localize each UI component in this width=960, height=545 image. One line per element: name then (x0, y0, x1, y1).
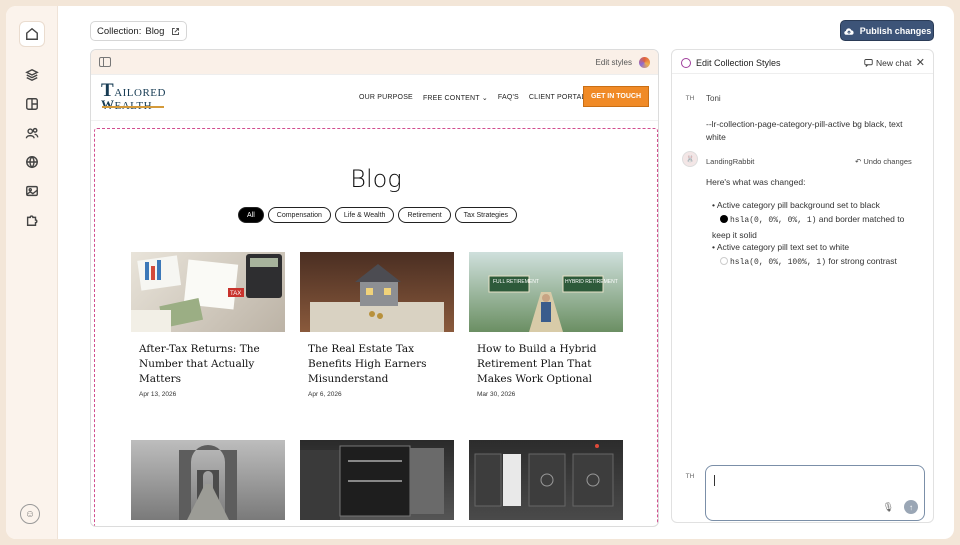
sign-full: FULL RETIREMENT (493, 279, 539, 285)
collection-label: Collection: (97, 25, 142, 37)
change-item: • Active category pill text set to white… (712, 242, 897, 267)
sign-hybrid: HYBRID RETIREMENT (565, 279, 618, 285)
send-icon[interactable]: ↑ (904, 500, 918, 514)
nav-free-content[interactable]: FREE CONTENT ⌄ (423, 94, 488, 102)
home-icon[interactable] (19, 21, 45, 47)
pill-life-wealth[interactable]: Life & Wealth (334, 207, 395, 223)
chat-header: Edit Collection Styles New chat ✕ (672, 50, 933, 74)
pill-retirement[interactable]: Retirement (398, 207, 451, 223)
composer-avatar: TH (685, 472, 695, 480)
collection-name: Blog (145, 25, 165, 37)
chevron-down-icon: ⌄ (481, 95, 488, 102)
post-image-stone-archways (131, 440, 285, 520)
palette-icon (681, 58, 691, 68)
microphone-icon[interactable]: 🎙 (883, 502, 894, 513)
user-avatar-icon[interactable]: ☺ (20, 504, 40, 524)
publish-label: Publish changes (859, 25, 932, 36)
pill-compensation[interactable]: Compensation (267, 207, 331, 223)
post-image-retirement-signs: FULL RETIREMENT HYBRID RETIREMENT (469, 252, 623, 332)
assistant-intro: Here's what was changed: (706, 177, 806, 187)
preview-toolbar: Edit styles (91, 50, 658, 75)
edit-styles-label[interactable]: Edit styles (596, 58, 632, 67)
blog-title: Blog (350, 165, 402, 193)
site-nav-links: OUR PURPOSE FREE CONTENT ⌄ FAQ'S CLIENT … (359, 94, 586, 102)
post-image-tax-documents: TAX (131, 252, 285, 332)
blog-card[interactable] (469, 440, 623, 520)
blog-card[interactable]: The Real Estate Tax Benefits High Earner… (300, 252, 454, 398)
collection-selector[interactable]: Collection: Blog (90, 21, 188, 41)
change-code: hsla(0, 0%, 100%, 1) (730, 258, 827, 267)
post-title[interactable]: The Real Estate Tax Benefits High Earner… (308, 342, 446, 387)
category-pills: All Compensation Life & Wealth Retiremen… (238, 207, 518, 223)
site-preview: Edit styles TAILORED WEALTH OUR PURPOSE … (90, 49, 659, 527)
toggle-panel-icon[interactable] (99, 57, 111, 67)
collection-page-area: Blog All Compensation Life & Wealth Reti… (94, 128, 658, 526)
logo-top-text: AILORED (114, 87, 166, 99)
user-message: --lr-collection-page-category-pill-activ… (706, 119, 903, 142)
svg-text:TAX: TAX (230, 291, 241, 297)
pill-tax-strategies[interactable]: Tax Strategies (454, 207, 518, 223)
user-avatar: TH (685, 94, 695, 102)
blog-card[interactable]: FULL RETIREMENT HYBRID RETIREMENT How to… (469, 252, 623, 398)
pages-icon[interactable] (20, 92, 44, 116)
user-name: Toni (706, 94, 721, 103)
layers-icon[interactable] (20, 63, 44, 87)
post-title[interactable]: After-Tax Returns: The Number that Actua… (139, 342, 277, 387)
users-icon[interactable] (20, 121, 44, 145)
site-header: TAILORED WEALTH OUR PURPOSE FREE CONTENT… (91, 75, 658, 121)
assistant-name: LandingRabbit (706, 157, 755, 166)
get-in-touch-button[interactable]: GET IN TOUCH (583, 86, 649, 107)
nav-faqs[interactable]: FAQ'S (498, 94, 519, 102)
post-title[interactable]: How to Build a Hybrid Retirement Plan Th… (477, 342, 615, 387)
undo-changes-button[interactable]: ↶ Undo changes (855, 157, 912, 166)
blog-card[interactable]: TAX After-Tax Returns: The Number that A… (131, 252, 285, 398)
external-link-icon[interactable] (171, 27, 180, 36)
image-icon[interactable] (20, 179, 44, 203)
left-sidebar: ☺ (6, 6, 58, 539)
post-image-vault-doors (469, 440, 623, 520)
blog-card[interactable] (300, 440, 454, 520)
blog-card[interactable] (131, 440, 285, 520)
nav-client-portal[interactable]: CLIENT PORTAL (529, 94, 586, 102)
nav-our-purpose[interactable]: OUR PURPOSE (359, 94, 413, 102)
post-date: Mar 30, 2026 (477, 391, 516, 398)
app-window: ☺ Collection: Blog Publish changes Edit … (6, 6, 954, 539)
post-image-open-vault (300, 440, 454, 520)
change-code: hsla(0, 0%, 0%, 1) (730, 216, 817, 225)
new-chat-button[interactable]: New chat (864, 58, 911, 68)
puzzle-icon[interactable] (20, 208, 44, 232)
cloud-upload-icon (844, 27, 854, 35)
post-date: Apr 13, 2026 (139, 391, 177, 398)
new-chat-icon (864, 59, 873, 68)
chat-panel: Edit Collection Styles New chat ✕ TH Ton… (671, 49, 934, 523)
pill-all[interactable]: All (238, 207, 264, 223)
post-date: Apr 6, 2026 (308, 391, 342, 398)
publish-changes-button[interactable]: Publish changes (840, 20, 934, 41)
change-item: • Active category pill background set to… (712, 200, 905, 240)
post-image-house-model (300, 252, 454, 332)
palette-swatch-icon[interactable] (639, 57, 650, 68)
chat-input[interactable]: 🎙 ↑ (705, 465, 925, 521)
rabbit-avatar-icon: 🐰 (682, 151, 698, 167)
chat-title: Edit Collection Styles (696, 58, 781, 68)
globe-icon[interactable] (20, 150, 44, 174)
close-icon[interactable]: ✕ (916, 56, 925, 69)
site-logo[interactable]: TAILORED WEALTH (101, 81, 166, 112)
